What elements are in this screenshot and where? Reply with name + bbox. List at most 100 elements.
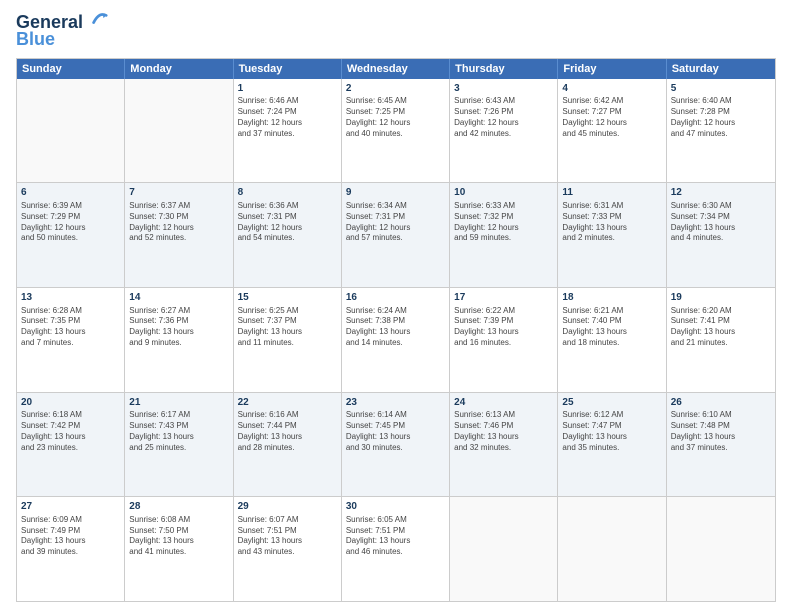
calendar-cell-5-7 bbox=[667, 497, 775, 601]
cell-info: Sunrise: 6:05 AM Sunset: 7:51 PM Dayligh… bbox=[346, 515, 445, 558]
calendar-cell-4-5: 24Sunrise: 6:13 AM Sunset: 7:46 PM Dayli… bbox=[450, 393, 558, 497]
cell-info: Sunrise: 6:16 AM Sunset: 7:44 PM Dayligh… bbox=[238, 410, 337, 453]
day-number: 29 bbox=[238, 500, 337, 514]
day-number: 11 bbox=[562, 186, 661, 200]
cell-info: Sunrise: 6:10 AM Sunset: 7:48 PM Dayligh… bbox=[671, 410, 771, 453]
cell-info: Sunrise: 6:40 AM Sunset: 7:28 PM Dayligh… bbox=[671, 96, 771, 139]
day-number: 19 bbox=[671, 291, 771, 305]
logo-icon bbox=[90, 10, 108, 28]
calendar-cell-5-3: 29Sunrise: 6:07 AM Sunset: 7:51 PM Dayli… bbox=[234, 497, 342, 601]
day-header-tuesday: Tuesday bbox=[234, 59, 342, 79]
day-number: 7 bbox=[129, 186, 228, 200]
day-number: 13 bbox=[21, 291, 120, 305]
calendar-week-5: 27Sunrise: 6:09 AM Sunset: 7:49 PM Dayli… bbox=[17, 497, 775, 601]
day-number: 9 bbox=[346, 186, 445, 200]
day-number: 25 bbox=[562, 396, 661, 410]
cell-info: Sunrise: 6:09 AM Sunset: 7:49 PM Dayligh… bbox=[21, 515, 120, 558]
calendar-cell-1-4: 2Sunrise: 6:45 AM Sunset: 7:25 PM Daylig… bbox=[342, 79, 450, 183]
calendar-cell-5-2: 28Sunrise: 6:08 AM Sunset: 7:50 PM Dayli… bbox=[125, 497, 233, 601]
calendar-cell-1-7: 5Sunrise: 6:40 AM Sunset: 7:28 PM Daylig… bbox=[667, 79, 775, 183]
page: General Blue SundayMondayTuesdayWednesda… bbox=[0, 0, 792, 612]
calendar-week-4: 20Sunrise: 6:18 AM Sunset: 7:42 PM Dayli… bbox=[17, 393, 775, 498]
cell-info: Sunrise: 6:13 AM Sunset: 7:46 PM Dayligh… bbox=[454, 410, 553, 453]
calendar-cell-2-7: 12Sunrise: 6:30 AM Sunset: 7:34 PM Dayli… bbox=[667, 183, 775, 287]
calendar-cell-1-6: 4Sunrise: 6:42 AM Sunset: 7:27 PM Daylig… bbox=[558, 79, 666, 183]
day-number: 30 bbox=[346, 500, 445, 514]
cell-info: Sunrise: 6:45 AM Sunset: 7:25 PM Dayligh… bbox=[346, 96, 445, 139]
calendar-cell-4-4: 23Sunrise: 6:14 AM Sunset: 7:45 PM Dayli… bbox=[342, 393, 450, 497]
calendar-week-1: 1Sunrise: 6:46 AM Sunset: 7:24 PM Daylig… bbox=[17, 79, 775, 184]
cell-info: Sunrise: 6:20 AM Sunset: 7:41 PM Dayligh… bbox=[671, 306, 771, 349]
calendar-cell-1-2 bbox=[125, 79, 233, 183]
calendar-week-3: 13Sunrise: 6:28 AM Sunset: 7:35 PM Dayli… bbox=[17, 288, 775, 393]
calendar-cell-2-4: 9Sunrise: 6:34 AM Sunset: 7:31 PM Daylig… bbox=[342, 183, 450, 287]
calendar-cell-2-6: 11Sunrise: 6:31 AM Sunset: 7:33 PM Dayli… bbox=[558, 183, 666, 287]
day-number: 16 bbox=[346, 291, 445, 305]
cell-info: Sunrise: 6:31 AM Sunset: 7:33 PM Dayligh… bbox=[562, 201, 661, 244]
cell-info: Sunrise: 6:27 AM Sunset: 7:36 PM Dayligh… bbox=[129, 306, 228, 349]
calendar-cell-2-3: 8Sunrise: 6:36 AM Sunset: 7:31 PM Daylig… bbox=[234, 183, 342, 287]
cell-info: Sunrise: 6:18 AM Sunset: 7:42 PM Dayligh… bbox=[21, 410, 120, 453]
day-number: 27 bbox=[21, 500, 120, 514]
day-number: 26 bbox=[671, 396, 771, 410]
cell-info: Sunrise: 6:14 AM Sunset: 7:45 PM Dayligh… bbox=[346, 410, 445, 453]
day-header-monday: Monday bbox=[125, 59, 233, 79]
cell-info: Sunrise: 6:28 AM Sunset: 7:35 PM Dayligh… bbox=[21, 306, 120, 349]
day-number: 8 bbox=[238, 186, 337, 200]
calendar: SundayMondayTuesdayWednesdayThursdayFrid… bbox=[16, 58, 776, 602]
day-number: 3 bbox=[454, 82, 553, 96]
cell-info: Sunrise: 6:43 AM Sunset: 7:26 PM Dayligh… bbox=[454, 96, 553, 139]
calendar-cell-3-3: 15Sunrise: 6:25 AM Sunset: 7:37 PM Dayli… bbox=[234, 288, 342, 392]
calendar-cell-3-6: 18Sunrise: 6:21 AM Sunset: 7:40 PM Dayli… bbox=[558, 288, 666, 392]
cell-info: Sunrise: 6:34 AM Sunset: 7:31 PM Dayligh… bbox=[346, 201, 445, 244]
day-header-sunday: Sunday bbox=[17, 59, 125, 79]
calendar-cell-4-7: 26Sunrise: 6:10 AM Sunset: 7:48 PM Dayli… bbox=[667, 393, 775, 497]
day-number: 1 bbox=[238, 82, 337, 96]
cell-info: Sunrise: 6:25 AM Sunset: 7:37 PM Dayligh… bbox=[238, 306, 337, 349]
day-number: 12 bbox=[671, 186, 771, 200]
cell-info: Sunrise: 6:42 AM Sunset: 7:27 PM Dayligh… bbox=[562, 96, 661, 139]
calendar-cell-4-2: 21Sunrise: 6:17 AM Sunset: 7:43 PM Dayli… bbox=[125, 393, 233, 497]
day-number: 15 bbox=[238, 291, 337, 305]
calendar-cell-3-7: 19Sunrise: 6:20 AM Sunset: 7:41 PM Dayli… bbox=[667, 288, 775, 392]
calendar-cell-4-3: 22Sunrise: 6:16 AM Sunset: 7:44 PM Dayli… bbox=[234, 393, 342, 497]
calendar-cell-5-1: 27Sunrise: 6:09 AM Sunset: 7:49 PM Dayli… bbox=[17, 497, 125, 601]
cell-info: Sunrise: 6:22 AM Sunset: 7:39 PM Dayligh… bbox=[454, 306, 553, 349]
calendar-cell-5-6 bbox=[558, 497, 666, 601]
day-number: 2 bbox=[346, 82, 445, 96]
day-number: 18 bbox=[562, 291, 661, 305]
calendar-cell-3-4: 16Sunrise: 6:24 AM Sunset: 7:38 PM Dayli… bbox=[342, 288, 450, 392]
calendar-cell-4-6: 25Sunrise: 6:12 AM Sunset: 7:47 PM Dayli… bbox=[558, 393, 666, 497]
day-header-friday: Friday bbox=[558, 59, 666, 79]
cell-info: Sunrise: 6:17 AM Sunset: 7:43 PM Dayligh… bbox=[129, 410, 228, 453]
calendar-cell-2-1: 6Sunrise: 6:39 AM Sunset: 7:29 PM Daylig… bbox=[17, 183, 125, 287]
cell-info: Sunrise: 6:37 AM Sunset: 7:30 PM Dayligh… bbox=[129, 201, 228, 244]
day-number: 23 bbox=[346, 396, 445, 410]
calendar-cell-3-5: 17Sunrise: 6:22 AM Sunset: 7:39 PM Dayli… bbox=[450, 288, 558, 392]
day-header-wednesday: Wednesday bbox=[342, 59, 450, 79]
cell-info: Sunrise: 6:46 AM Sunset: 7:24 PM Dayligh… bbox=[238, 96, 337, 139]
cell-info: Sunrise: 6:36 AM Sunset: 7:31 PM Dayligh… bbox=[238, 201, 337, 244]
cell-info: Sunrise: 6:24 AM Sunset: 7:38 PM Dayligh… bbox=[346, 306, 445, 349]
calendar-cell-5-5 bbox=[450, 497, 558, 601]
cell-info: Sunrise: 6:08 AM Sunset: 7:50 PM Dayligh… bbox=[129, 515, 228, 558]
calendar-body: 1Sunrise: 6:46 AM Sunset: 7:24 PM Daylig… bbox=[17, 79, 775, 601]
calendar-cell-2-2: 7Sunrise: 6:37 AM Sunset: 7:30 PM Daylig… bbox=[125, 183, 233, 287]
day-number: 6 bbox=[21, 186, 120, 200]
day-number: 14 bbox=[129, 291, 228, 305]
cell-info: Sunrise: 6:07 AM Sunset: 7:51 PM Dayligh… bbox=[238, 515, 337, 558]
cell-info: Sunrise: 6:12 AM Sunset: 7:47 PM Dayligh… bbox=[562, 410, 661, 453]
calendar-week-2: 6Sunrise: 6:39 AM Sunset: 7:29 PM Daylig… bbox=[17, 183, 775, 288]
calendar-cell-1-1 bbox=[17, 79, 125, 183]
calendar-header: SundayMondayTuesdayWednesdayThursdayFrid… bbox=[17, 59, 775, 79]
day-number: 20 bbox=[21, 396, 120, 410]
calendar-cell-1-5: 3Sunrise: 6:43 AM Sunset: 7:26 PM Daylig… bbox=[450, 79, 558, 183]
calendar-cell-4-1: 20Sunrise: 6:18 AM Sunset: 7:42 PM Dayli… bbox=[17, 393, 125, 497]
calendar-cell-5-4: 30Sunrise: 6:05 AM Sunset: 7:51 PM Dayli… bbox=[342, 497, 450, 601]
calendar-cell-3-2: 14Sunrise: 6:27 AM Sunset: 7:36 PM Dayli… bbox=[125, 288, 233, 392]
cell-info: Sunrise: 6:39 AM Sunset: 7:29 PM Dayligh… bbox=[21, 201, 120, 244]
calendar-cell-1-3: 1Sunrise: 6:46 AM Sunset: 7:24 PM Daylig… bbox=[234, 79, 342, 183]
day-number: 21 bbox=[129, 396, 228, 410]
day-header-thursday: Thursday bbox=[450, 59, 558, 79]
cell-info: Sunrise: 6:30 AM Sunset: 7:34 PM Dayligh… bbox=[671, 201, 771, 244]
